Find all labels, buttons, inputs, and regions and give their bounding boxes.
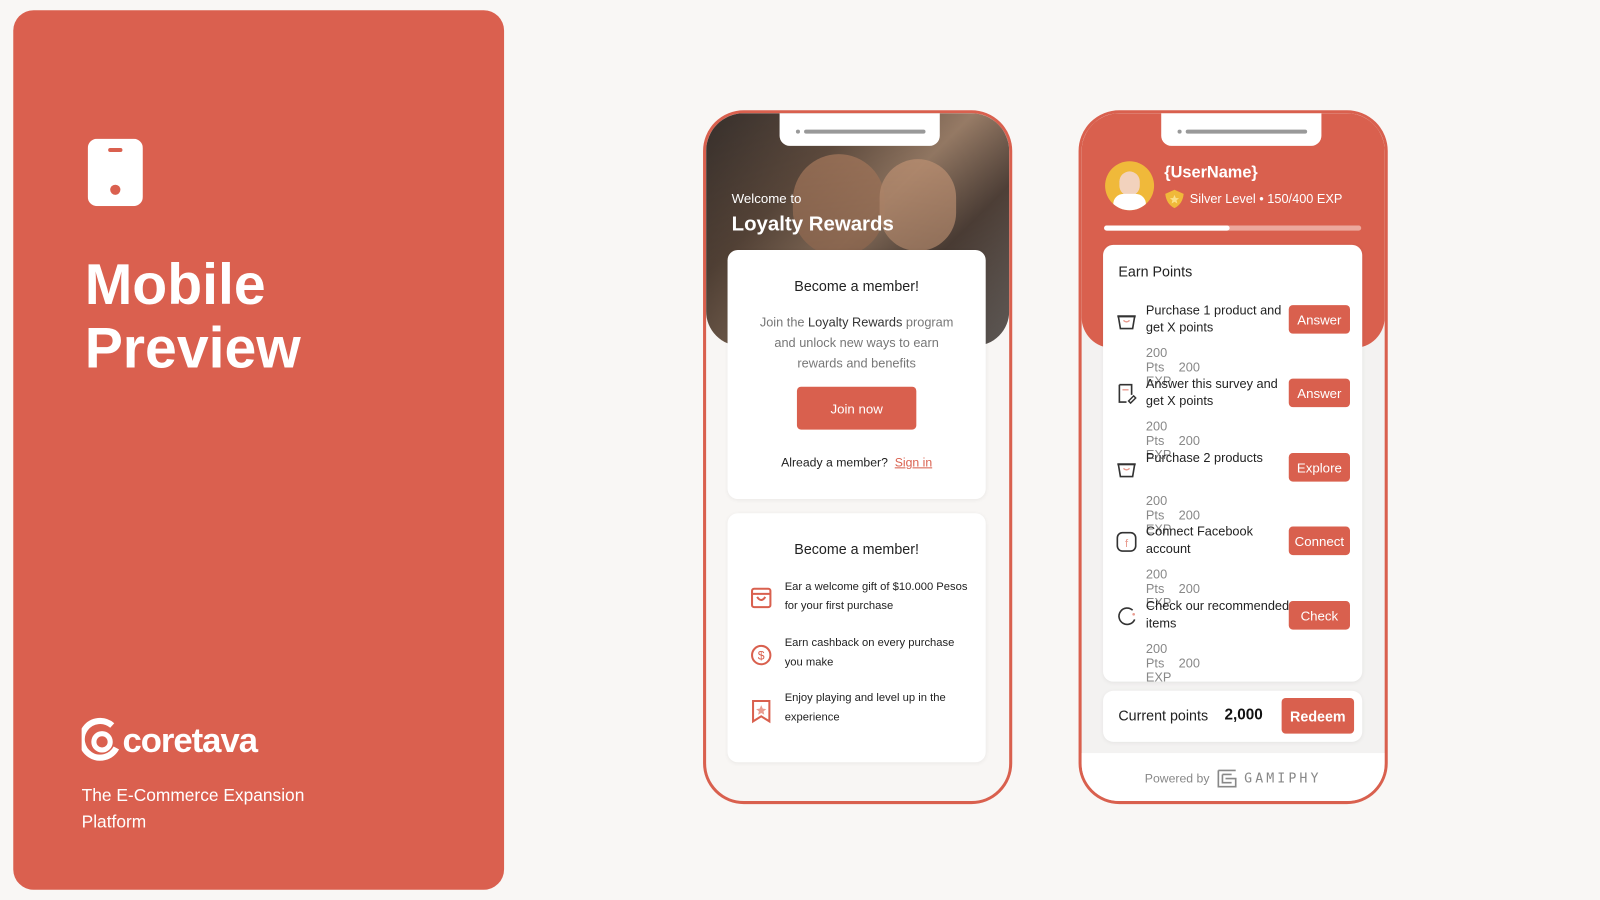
benefits-card: Become a member! Ear a welcome gift of $…: [727, 513, 986, 763]
basket-icon: [1117, 315, 1136, 330]
task-rewards: 200 Pts 200 EXP: [1145, 641, 1200, 685]
tagline: The E-Commerce Expansion Platform: [81, 785, 305, 832]
earn-points-title: Earn Points: [1118, 263, 1193, 280]
task-title: Answer this survey and get X points: [1145, 376, 1278, 409]
task-title: Check our recommended items: [1145, 598, 1290, 631]
signin-row: Already a member? Sign in: [781, 455, 933, 470]
svg-text:$: $: [758, 649, 765, 663]
card-description: Join the Loyalty Rewards program and unl…: [759, 315, 954, 371]
task-action-button[interactable]: Answer: [1288, 305, 1350, 334]
task-action-button[interactable]: Explore: [1288, 453, 1350, 482]
benefits-title: Become a member!: [794, 540, 919, 558]
earn-points-card: Earn Points Purchase 1 product and get X…: [1103, 244, 1363, 685]
card-title: Become a member!: [794, 277, 919, 294]
current-points-value: 2,000: [1224, 706, 1263, 724]
facebook-icon: f: [1116, 531, 1137, 552]
survey-icon: [1118, 383, 1137, 405]
task-title: Connect Facebook account: [1145, 524, 1253, 557]
coretava-logo-icon: [81, 717, 120, 761]
join-now-button[interactable]: Join now: [796, 386, 917, 430]
username: {UserName}: [1164, 164, 1258, 182]
phone-preview-rewards: {UserName} Silver Level • 150/400 EXP Ea…: [1078, 110, 1388, 805]
svg-text:f: f: [1125, 538, 1129, 550]
benefit-item: Ear a welcome gift of $10.000 Pesos for …: [784, 580, 968, 613]
exp-progress-bar: [1104, 225, 1362, 231]
sign-in-link[interactable]: Sign in: [895, 455, 932, 469]
phone-preview-signup: Welcome to Loyalty Rewards Become a memb…: [703, 110, 1013, 805]
task-action-button[interactable]: Answer: [1288, 378, 1350, 408]
star-bookmark-icon: [752, 699, 771, 724]
page-title: Mobile Preview: [84, 252, 301, 380]
loading-icon: [1118, 607, 1136, 626]
benefit-item: Earn cashback on every purchase you make: [784, 636, 955, 669]
brand-panel: Mobile Preview coretava The E-Commerce Ex…: [13, 10, 505, 890]
task-title: Purchase 2 products: [1145, 451, 1263, 466]
shield-badge-icon: [1165, 189, 1184, 209]
notch: [1161, 113, 1322, 146]
benefit-item: Enjoy playing and level up in the experi…: [784, 691, 946, 724]
dollar-coin-icon: $: [751, 644, 772, 666]
task-action-button[interactable]: Check: [1288, 601, 1350, 630]
coretava-logo: coretava: [81, 717, 258, 764]
program-title: Loyalty Rewards: [731, 213, 894, 236]
notch: [779, 113, 940, 146]
gamiphy-logo-icon: [1217, 769, 1237, 788]
current-points-label: Current points: [1118, 707, 1209, 724]
mobile-phone-icon: [87, 138, 143, 207]
powered-by-footer: Powered by GAMIPHY: [1081, 753, 1385, 802]
task-action-button[interactable]: Connect: [1288, 526, 1350, 556]
current-points-card: Current points 2,000 Redeem: [1103, 690, 1363, 742]
redeem-button[interactable]: Redeem: [1281, 697, 1355, 734]
basket-icon: [1117, 463, 1136, 478]
task-title: Purchase 1 product and get X points: [1145, 303, 1282, 335]
welcome-text: Welcome to: [731, 190, 802, 207]
avatar[interactable]: [1105, 161, 1155, 211]
shopping-bag-icon: [751, 587, 772, 609]
membership-card: Become a member! Join the Loyalty Reward…: [727, 249, 986, 499]
level-text: Silver Level • 150/400 EXP: [1189, 191, 1343, 207]
